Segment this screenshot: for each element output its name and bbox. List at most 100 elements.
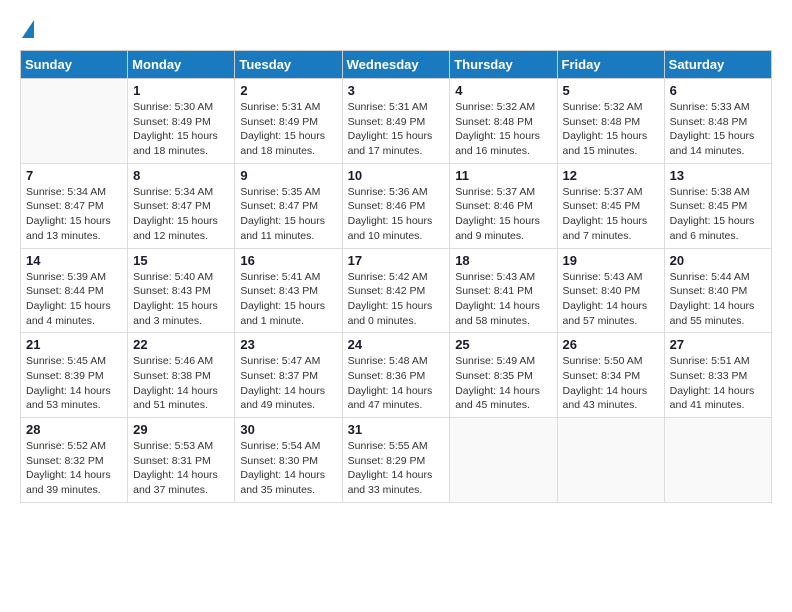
day-number: 22 [133, 337, 229, 352]
day-info: Sunrise: 5:30 AM Sunset: 8:49 PM Dayligh… [133, 100, 229, 159]
calendar-cell: 14 Sunrise: 5:39 AM Sunset: 8:44 PM Dayli… [21, 248, 128, 333]
day-number: 14 [26, 253, 122, 268]
calendar-cell: 29 Sunrise: 5:53 AM Sunset: 8:31 PM Dayli… [128, 418, 235, 503]
logo-triangle-icon [22, 20, 34, 38]
calendar-cell: 19Sunrise: 5:43 AM Sunset: 8:40 PM Dayli… [557, 248, 664, 333]
calendar-cell: 4 Sunrise: 5:32 AM Sunset: 8:48 PM Daylig… [450, 79, 557, 164]
calendar-header-thursday: Thursday [450, 51, 557, 79]
calendar-cell: 26Sunrise: 5:50 AM Sunset: 8:34 PM Dayli… [557, 333, 664, 418]
day-info: Sunrise: 5:35 AM Sunset: 8:47 PM Dayligh… [240, 185, 336, 244]
calendar-cell: 11 Sunrise: 5:37 AM Sunset: 8:46 PM Dayli… [450, 163, 557, 248]
day-number: 12 [563, 168, 659, 183]
day-number: 24 [348, 337, 445, 352]
calendar-cell: 12 Sunrise: 5:37 AM Sunset: 8:45 PM Dayli… [557, 163, 664, 248]
calendar-header-saturday: Saturday [664, 51, 771, 79]
day-info: Sunrise: 5:45 AM Sunset: 8:39 PM Dayligh… [26, 354, 122, 413]
day-number: 7 [26, 168, 122, 183]
day-number: 2 [240, 83, 336, 98]
day-number: 11 [455, 168, 551, 183]
day-info: Sunrise: 5:37 AM Sunset: 8:46 PM Dayligh… [455, 185, 551, 244]
day-number: 10 [348, 168, 445, 183]
calendar-cell [21, 79, 128, 164]
day-info: Sunrise: 5:48 AM Sunset: 8:36 PM Dayligh… [348, 354, 445, 413]
day-info: Sunrise: 5:34 AM Sunset: 8:47 PM Dayligh… [26, 185, 122, 244]
calendar-cell: 23 Sunrise: 5:47 AM Sunset: 8:37 PM Dayli… [235, 333, 342, 418]
day-info: Sunrise: 5:36 AM Sunset: 8:46 PM Dayligh… [348, 185, 445, 244]
day-info: Sunrise: 5:31 AM Sunset: 8:49 PM Dayligh… [240, 100, 336, 159]
calendar-header-wednesday: Wednesday [342, 51, 450, 79]
day-number: 3 [348, 83, 445, 98]
calendar-week-4: 21 Sunrise: 5:45 AM Sunset: 8:39 PM Dayli… [21, 333, 772, 418]
calendar-cell: 9 Sunrise: 5:35 AM Sunset: 8:47 PM Daylig… [235, 163, 342, 248]
day-info: Sunrise: 5:43 AM Sunset: 8:40 PM Dayligh… [563, 270, 659, 329]
logo [20, 20, 34, 34]
day-info: Sunrise: 5:46 AM Sunset: 8:38 PM Dayligh… [133, 354, 229, 413]
day-number: 13 [670, 168, 766, 183]
day-info: Sunrise: 5:31 AM Sunset: 8:49 PM Dayligh… [348, 100, 445, 159]
day-number: 20 [670, 253, 766, 268]
calendar-cell: 21 Sunrise: 5:45 AM Sunset: 8:39 PM Dayli… [21, 333, 128, 418]
day-number: 30 [240, 422, 336, 437]
calendar-header-friday: Friday [557, 51, 664, 79]
day-info: Sunrise: 5:33 AM Sunset: 8:48 PM Dayligh… [670, 100, 766, 159]
calendar-cell [664, 418, 771, 503]
calendar-cell: 3 Sunrise: 5:31 AM Sunset: 8:49 PM Daylig… [342, 79, 450, 164]
calendar-cell: 15 Sunrise: 5:40 AM Sunset: 8:43 PM Dayli… [128, 248, 235, 333]
day-number: 4 [455, 83, 551, 98]
day-number: 31 [348, 422, 445, 437]
day-number: 6 [670, 83, 766, 98]
calendar-cell: 13 Sunrise: 5:38 AM Sunset: 8:45 PM Dayli… [664, 163, 771, 248]
day-info: Sunrise: 5:54 AM Sunset: 8:30 PM Dayligh… [240, 439, 336, 498]
day-info: Sunrise: 5:47 AM Sunset: 8:37 PM Dayligh… [240, 354, 336, 413]
day-info: Sunrise: 5:50 AM Sunset: 8:34 PM Dayligh… [563, 354, 659, 413]
calendar-cell: 2 Sunrise: 5:31 AM Sunset: 8:49 PM Daylig… [235, 79, 342, 164]
day-number: 23 [240, 337, 336, 352]
day-info: Sunrise: 5:49 AM Sunset: 8:35 PM Dayligh… [455, 354, 551, 413]
day-info: Sunrise: 5:53 AM Sunset: 8:31 PM Dayligh… [133, 439, 229, 498]
day-info: Sunrise: 5:37 AM Sunset: 8:45 PM Dayligh… [563, 185, 659, 244]
calendar-header-row: SundayMondayTuesdayWednesdayThursdayFrid… [21, 51, 772, 79]
calendar-header-monday: Monday [128, 51, 235, 79]
day-number: 29 [133, 422, 229, 437]
calendar-cell: 7 Sunrise: 5:34 AM Sunset: 8:47 PM Daylig… [21, 163, 128, 248]
calendar-cell: 22 Sunrise: 5:46 AM Sunset: 8:38 PM Dayli… [128, 333, 235, 418]
calendar-cell [557, 418, 664, 503]
calendar-cell: 10 Sunrise: 5:36 AM Sunset: 8:46 PM Dayli… [342, 163, 450, 248]
day-number: 5 [563, 83, 659, 98]
calendar-week-1: 1 Sunrise: 5:30 AM Sunset: 8:49 PM Daylig… [21, 79, 772, 164]
day-info: Sunrise: 5:52 AM Sunset: 8:32 PM Dayligh… [26, 439, 122, 498]
calendar-cell: 25 Sunrise: 5:49 AM Sunset: 8:35 PM Dayli… [450, 333, 557, 418]
calendar-cell: 27 Sunrise: 5:51 AM Sunset: 8:33 PM Dayli… [664, 333, 771, 418]
day-number: 18 [455, 253, 551, 268]
day-info: Sunrise: 5:51 AM Sunset: 8:33 PM Dayligh… [670, 354, 766, 413]
day-number: 27 [670, 337, 766, 352]
day-number: 1 [133, 83, 229, 98]
day-number: 9 [240, 168, 336, 183]
day-number: 25 [455, 337, 551, 352]
calendar-cell: 5 Sunrise: 5:32 AM Sunset: 8:48 PM Daylig… [557, 79, 664, 164]
calendar-header-tuesday: Tuesday [235, 51, 342, 79]
calendar-cell: 16Sunrise: 5:41 AM Sunset: 8:43 PM Dayli… [235, 248, 342, 333]
day-number: 15 [133, 253, 229, 268]
day-info: Sunrise: 5:38 AM Sunset: 8:45 PM Dayligh… [670, 185, 766, 244]
day-number: 21 [26, 337, 122, 352]
calendar-week-5: 28Sunrise: 5:52 AM Sunset: 8:32 PM Dayli… [21, 418, 772, 503]
day-number: 16 [240, 253, 336, 268]
calendar-cell: 30 Sunrise: 5:54 AM Sunset: 8:30 PM Dayli… [235, 418, 342, 503]
calendar-header-sunday: Sunday [21, 51, 128, 79]
day-info: Sunrise: 5:32 AM Sunset: 8:48 PM Dayligh… [563, 100, 659, 159]
calendar-week-2: 7 Sunrise: 5:34 AM Sunset: 8:47 PM Daylig… [21, 163, 772, 248]
day-number: 8 [133, 168, 229, 183]
calendar-table: SundayMondayTuesdayWednesdayThursdayFrid… [20, 50, 772, 503]
day-info: Sunrise: 5:44 AM Sunset: 8:40 PM Dayligh… [670, 270, 766, 329]
calendar-cell: 18Sunrise: 5:43 AM Sunset: 8:41 PM Dayli… [450, 248, 557, 333]
day-info: Sunrise: 5:40 AM Sunset: 8:43 PM Dayligh… [133, 270, 229, 329]
day-info: Sunrise: 5:42 AM Sunset: 8:42 PM Dayligh… [348, 270, 445, 329]
day-info: Sunrise: 5:39 AM Sunset: 8:44 PM Dayligh… [26, 270, 122, 329]
calendar-cell: 6 Sunrise: 5:33 AM Sunset: 8:48 PM Daylig… [664, 79, 771, 164]
page-header [20, 20, 772, 34]
calendar-cell [450, 418, 557, 503]
day-info: Sunrise: 5:34 AM Sunset: 8:47 PM Dayligh… [133, 185, 229, 244]
calendar-cell: 1 Sunrise: 5:30 AM Sunset: 8:49 PM Daylig… [128, 79, 235, 164]
day-info: Sunrise: 5:32 AM Sunset: 8:48 PM Dayligh… [455, 100, 551, 159]
